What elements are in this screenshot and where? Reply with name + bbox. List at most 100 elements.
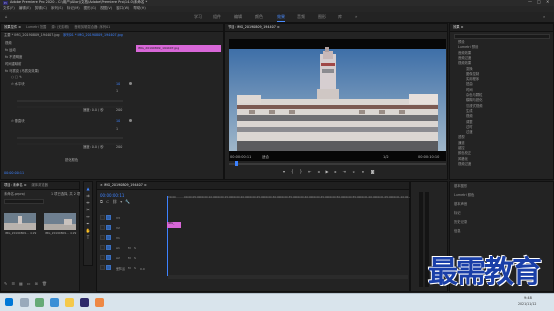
effects-list-item[interactable]: 实用程序: [466, 77, 479, 81]
workspace-effects[interactable]: 效果: [277, 15, 285, 22]
tab-lumetri-scopes[interactable]: Lumetri 范围: [26, 25, 46, 29]
track-target-button[interactable]: [106, 235, 111, 240]
nest-icon[interactable]: ⧉: [100, 200, 103, 204]
play-icon[interactable]: ▶: [325, 170, 328, 178]
edge-browser-icon[interactable]: [50, 298, 59, 307]
menu-graphics[interactable]: 图形(G): [84, 7, 96, 11]
add-marker-icon[interactable]: ▾: [120, 200, 122, 204]
effect-clip-bar[interactable]: IMG_20190809_194407.jpg: [136, 45, 221, 52]
effects-list-item[interactable]: 风格化: [458, 157, 468, 161]
step-back-icon[interactable]: ◂: [317, 170, 319, 178]
project-thumbnail-2[interactable]: [44, 213, 76, 230]
mark-out-icon[interactable]: }: [300, 170, 303, 178]
effects-list-item[interactable]: 视频过渡: [458, 162, 471, 166]
more-workspaces-icon[interactable]: »: [355, 15, 357, 19]
menu-clip[interactable]: 剪辑(C): [35, 7, 47, 11]
menu-sequence[interactable]: 序列(S): [51, 7, 63, 11]
ec-row-time-remap[interactable]: 时间重映射: [5, 62, 21, 66]
windows-start-icon[interactable]: [5, 298, 13, 306]
timeline-clip[interactable]: IMG_: [167, 222, 181, 228]
tab-effects[interactable]: 效果 ≡: [453, 25, 463, 29]
list-view-icon[interactable]: ☰: [11, 282, 15, 286]
solo-button[interactable]: S: [134, 247, 136, 250]
icon-view-icon[interactable]: ▦: [19, 282, 23, 286]
workspace-libraries[interactable]: 库: [338, 15, 342, 19]
program-scrub-bar[interactable]: [229, 163, 446, 165]
effects-list-item[interactable]: 模糊与锐化: [466, 98, 482, 102]
effects-list-item[interactable]: 时间: [466, 88, 473, 92]
wrench-icon[interactable]: 🔧: [125, 200, 130, 204]
type-tool-icon[interactable]: T: [87, 236, 89, 240]
toggle-sync-icon[interactable]: [100, 225, 105, 230]
ec-vertical-blocks[interactable]: ⏱ 垂直块: [11, 119, 25, 123]
effects-list-item[interactable]: Lumetri 预设: [458, 45, 478, 49]
menu-help[interactable]: 帮助(H): [133, 7, 145, 11]
menu-marker[interactable]: 标记(M): [67, 7, 80, 11]
workspace-editing[interactable]: 编辑: [234, 15, 242, 19]
master-track-value[interactable]: 0.0: [140, 268, 145, 271]
go-to-out-icon[interactable]: ⇥: [343, 170, 346, 178]
toggle-sync-icon[interactable]: [100, 265, 105, 270]
effects-list-item[interactable]: 音频过渡: [458, 56, 471, 60]
menu-edit[interactable]: 编辑(E): [19, 7, 31, 11]
pencil-icon[interactable]: ✎: [4, 282, 7, 286]
menu-view[interactable]: 视图(V): [100, 7, 112, 11]
menu-file[interactable]: 文件(F): [3, 7, 15, 11]
ec-horizontal-blocks[interactable]: ⏱ 水平块: [11, 82, 25, 86]
workspace-graphics[interactable]: 图形: [318, 15, 326, 19]
export-frame-icon[interactable]: ◙: [371, 170, 375, 178]
go-to-in-icon[interactable]: ⇤: [308, 170, 311, 178]
timeline-playhead[interactable]: [167, 196, 168, 276]
track-target-button[interactable]: [106, 225, 111, 230]
tab-source[interactable]: 源: (无剪辑): [51, 25, 69, 29]
track-select-tool-icon[interactable]: ⇉: [86, 194, 89, 198]
tab-project[interactable]: 项目: 未命名 ≡: [4, 183, 26, 187]
toggle-sync-icon[interactable]: [100, 235, 105, 240]
fit-dropdown[interactable]: 适合: [262, 155, 269, 160]
panel-tab-5[interactable]: 信息: [454, 229, 461, 233]
new-item-icon[interactable]: ⊞: [35, 282, 38, 286]
app-taskbar-icon[interactable]: [95, 298, 104, 307]
ripple-edit-tool-icon[interactable]: ⇹: [86, 201, 89, 205]
program-playhead[interactable]: [235, 161, 238, 166]
extract-icon[interactable]: ⌆: [361, 170, 364, 178]
home-icon[interactable]: ⌂: [5, 15, 8, 19]
project-item-name[interactable]: IMG_20190809...: [45, 232, 69, 235]
workspace-assembly[interactable]: 组件: [213, 15, 221, 19]
ec-timecode[interactable]: 00:00:00:11: [4, 171, 24, 175]
sequence-clip-label[interactable]: 序列01 * IMG_20190809_194407.jpg: [63, 33, 123, 37]
close-icon[interactable]: ✕: [546, 0, 549, 4]
ec-vertical-blocks-value[interactable]: 10: [116, 119, 120, 123]
ec-horizontal-blocks-value[interactable]: 10: [116, 82, 120, 86]
effects-list-item[interactable]: 调整: [466, 120, 473, 124]
project-item-name[interactable]: IMG_20190809...: [5, 232, 29, 235]
hand-tool-icon[interactable]: ✋: [86, 229, 91, 233]
search-icon[interactable]: [20, 298, 29, 307]
workspace-learn[interactable]: 学习: [194, 15, 202, 19]
solo-button[interactable]: S: [134, 267, 136, 270]
menu-window[interactable]: 窗口(W): [116, 7, 129, 11]
effects-list-item[interactable]: 预设: [458, 40, 465, 44]
effects-list-item[interactable]: 透视: [458, 136, 465, 140]
razor-tool-icon[interactable]: ✂: [86, 208, 89, 212]
track-target-button[interactable]: [106, 215, 111, 220]
toggle-sync-icon[interactable]: [100, 215, 105, 220]
keyframe-nav-icons[interactable]: [128, 81, 133, 155]
ec-mask-tools[interactable]: ○ □ ✎: [11, 75, 22, 79]
snap-icon[interactable]: ⊂: [106, 200, 109, 204]
effects-list-item[interactable]: 扭曲: [466, 83, 473, 87]
panel-tab-4[interactable]: 历史记录: [454, 220, 467, 224]
ec-row-mosaic[interactable]: fx 马赛克 (马赛克效果): [5, 69, 39, 73]
effects-list-item[interactable]: 通道: [458, 141, 465, 145]
track-target-button[interactable]: [106, 265, 111, 270]
toggle-sync-icon[interactable]: [100, 255, 105, 260]
task-view-icon[interactable]: [35, 298, 44, 307]
lift-icon[interactable]: ⌅: [352, 170, 355, 178]
effects-search-input[interactable]: [454, 34, 550, 39]
ec-sharp-colors-checkbox[interactable]: 锐化颜色: [65, 158, 78, 162]
premiere-taskbar-icon[interactable]: [80, 298, 89, 307]
step-forward-icon[interactable]: ▸: [335, 170, 337, 178]
mute-button[interactable]: M: [128, 267, 131, 270]
track-target-button[interactable]: [106, 245, 111, 250]
search-icon[interactable]: ⌕: [543, 15, 545, 19]
